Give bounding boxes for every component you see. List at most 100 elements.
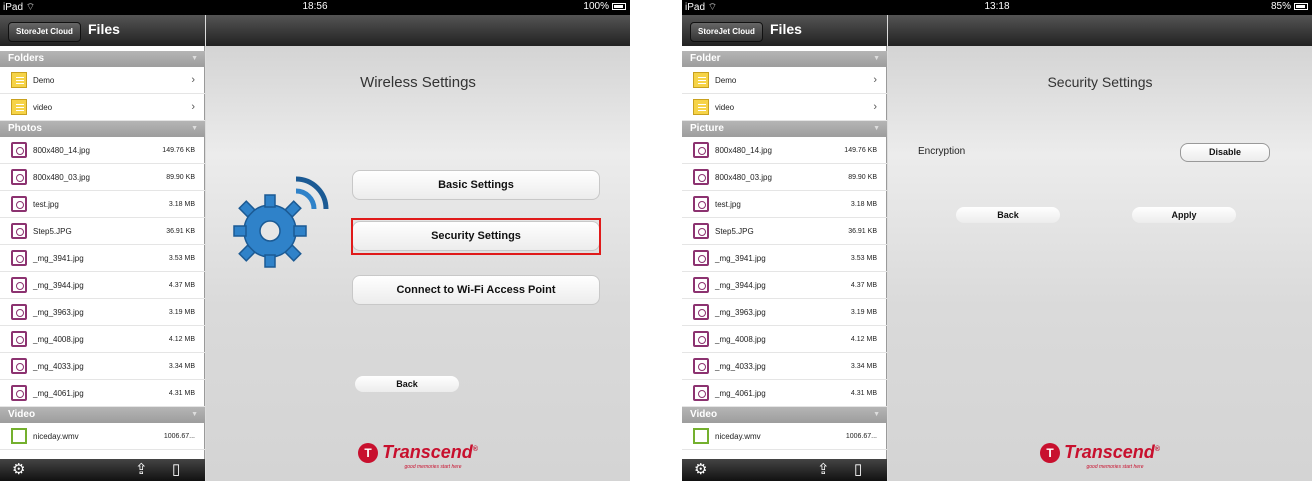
file-row[interactable]: niceday.wmv 1006.67... <box>0 423 205 450</box>
file-row[interactable]: 800x480_03.jpg 89.90 KB <box>682 164 887 191</box>
gear-icon[interactable]: ⚙ <box>694 462 707 477</box>
section-label: Photos <box>8 123 42 134</box>
photo-icon <box>693 169 709 185</box>
file-size: 3.18 MB <box>850 200 877 208</box>
page-title: Wireless Settings <box>360 74 476 91</box>
file-size: 3.18 MB <box>168 200 195 208</box>
status-bar: iPad ⌔ 13:18 85% <box>682 0 1312 15</box>
transcend-logo: T Transcend® good memories start here <box>888 442 1312 470</box>
file-size: 3.34 MB <box>850 362 877 370</box>
file-row[interactable]: _mg_4033.jpg 3.34 MB <box>682 353 887 380</box>
file-row[interactable]: test.jpg 3.18 MB <box>0 191 205 218</box>
file-size: 1006.67... <box>845 432 877 440</box>
section-header[interactable]: Picture ▼ <box>682 121 887 137</box>
encryption-label: Encryption <box>918 146 966 157</box>
photo-icon <box>11 142 27 158</box>
section-header[interactable]: Video ▼ <box>682 407 887 423</box>
chevron-down-icon: ▼ <box>191 125 198 132</box>
panel-navbar <box>206 15 630 46</box>
section-label: Picture <box>690 123 724 134</box>
back-button[interactable]: Back <box>956 207 1060 223</box>
sidebar-navbar: StoreJet Cloud Files <box>0 15 205 46</box>
file-row[interactable]: _mg_3944.jpg 4.37 MB <box>682 272 887 299</box>
file-list: Folder ▼ Demo › video › Picture ▼ 800x480_14.jpg… <box>682 51 887 450</box>
section-header[interactable]: Folder ▼ <box>682 51 887 67</box>
photo-icon <box>11 331 27 347</box>
file-row[interactable]: _mg_3963.jpg 3.19 MB <box>0 299 205 326</box>
clock: 18:56 <box>302 1 328 12</box>
files-title: Files <box>88 21 120 37</box>
device-icon[interactable]: ▯ <box>172 462 180 477</box>
file-row[interactable]: _mg_4008.jpg 4.12 MB <box>682 326 887 353</box>
folder-row[interactable]: Demo › <box>0 67 205 94</box>
page-title: Security Settings <box>1047 74 1153 90</box>
file-size: 4.12 MB <box>168 335 195 343</box>
file-size: 4.31 MB <box>850 389 877 397</box>
file-row[interactable]: _mg_3941.jpg 3.53 MB <box>0 245 205 272</box>
brand-name: Transcend <box>1064 442 1155 462</box>
file-row[interactable]: _mg_4008.jpg 4.12 MB <box>0 326 205 353</box>
file-size: 89.90 KB <box>166 173 195 181</box>
file-name: video <box>715 102 735 112</box>
folder-icon <box>693 99 709 115</box>
transcend-logo: T Transcend® good memories start here <box>206 442 630 470</box>
section-label: Folders <box>8 53 45 64</box>
storejet-cloud-button[interactable]: StoreJet Cloud <box>690 22 763 42</box>
connect-wifi-button[interactable]: Connect to Wi-Fi Access Point <box>352 275 600 305</box>
file-list: Folders ▼ Demo › video › Photos ▼ 800x480_14.jpg… <box>0 51 205 450</box>
battery-percent: 85% <box>1270 1 1291 12</box>
file-row[interactable]: test.jpg 3.18 MB <box>682 191 887 218</box>
section-header[interactable]: Photos ▼ <box>0 121 205 137</box>
device-icon[interactable]: ▯ <box>854 462 862 477</box>
photo-icon <box>11 358 27 374</box>
bottom-toolbar: ⚙ ⇪ ▯ <box>682 459 887 481</box>
section-header[interactable]: Folders ▼ <box>0 51 205 67</box>
photo-icon <box>11 169 27 185</box>
file-row[interactable]: _mg_3963.jpg 3.19 MB <box>682 299 887 326</box>
photo-icon <box>11 277 27 293</box>
storejet-cloud-button[interactable]: StoreJet Cloud <box>8 22 81 42</box>
file-row[interactable]: _mg_4061.jpg 4.31 MB <box>0 380 205 407</box>
panel-navbar <box>888 15 1312 46</box>
folder-row[interactable]: Demo › <box>682 67 887 94</box>
ipad-screen-security: iPad ⌔ 13:18 85% StoreJet Cloud Files Fo… <box>682 0 1312 481</box>
photo-icon <box>693 196 709 212</box>
gear-icon[interactable]: ⚙ <box>12 462 25 477</box>
photo-icon <box>693 223 709 239</box>
file-row[interactable]: Step5.JPG 36.91 KB <box>0 218 205 245</box>
chevron-right-icon: › <box>191 101 195 113</box>
file-size: 4.37 MB <box>168 281 195 289</box>
file-row[interactable]: niceday.wmv 1006.67... <box>682 423 887 450</box>
apply-button[interactable]: Apply <box>1132 207 1236 223</box>
section-label: Video <box>8 409 36 420</box>
section-header[interactable]: Video ▼ <box>0 407 205 423</box>
chevron-down-icon: ▼ <box>191 55 198 62</box>
clock: 13:18 <box>984 1 1010 12</box>
share-icon[interactable]: ⇪ <box>135 462 148 477</box>
file-size: 4.12 MB <box>850 335 877 343</box>
file-row[interactable]: 800x480_14.jpg 149.76 KB <box>0 137 205 164</box>
basic-settings-button[interactable]: Basic Settings <box>352 170 600 200</box>
file-size: 3.34 MB <box>168 362 195 370</box>
back-button[interactable]: Back <box>355 376 459 392</box>
photo-icon <box>11 304 27 320</box>
encryption-select[interactable]: Disable <box>1180 143 1270 162</box>
folder-row[interactable]: video › <box>682 94 887 121</box>
file-row[interactable]: _mg_3944.jpg 4.37 MB <box>0 272 205 299</box>
file-row[interactable]: _mg_4033.jpg 3.34 MB <box>0 353 205 380</box>
file-row[interactable]: _mg_4061.jpg 4.31 MB <box>682 380 887 407</box>
photo-icon <box>693 277 709 293</box>
file-size: 3.19 MB <box>168 308 195 316</box>
file-row[interactable]: 800x480_14.jpg 149.76 KB <box>682 137 887 164</box>
file-size: 36.91 KB <box>166 227 195 235</box>
bottom-toolbar: ⚙ ⇪ ▯ <box>0 459 205 481</box>
folder-row[interactable]: video › <box>0 94 205 121</box>
chevron-right-icon: › <box>191 74 195 86</box>
file-row[interactable]: Step5.JPG 36.91 KB <box>682 218 887 245</box>
file-row[interactable]: _mg_3941.jpg 3.53 MB <box>682 245 887 272</box>
settings-panel: Security Settings Encryption Disable Bac… <box>888 15 1312 481</box>
share-icon[interactable]: ⇪ <box>817 462 830 477</box>
folder-icon <box>693 72 709 88</box>
file-row[interactable]: 800x480_03.jpg 89.90 KB <box>0 164 205 191</box>
section-label: Video <box>690 409 718 420</box>
